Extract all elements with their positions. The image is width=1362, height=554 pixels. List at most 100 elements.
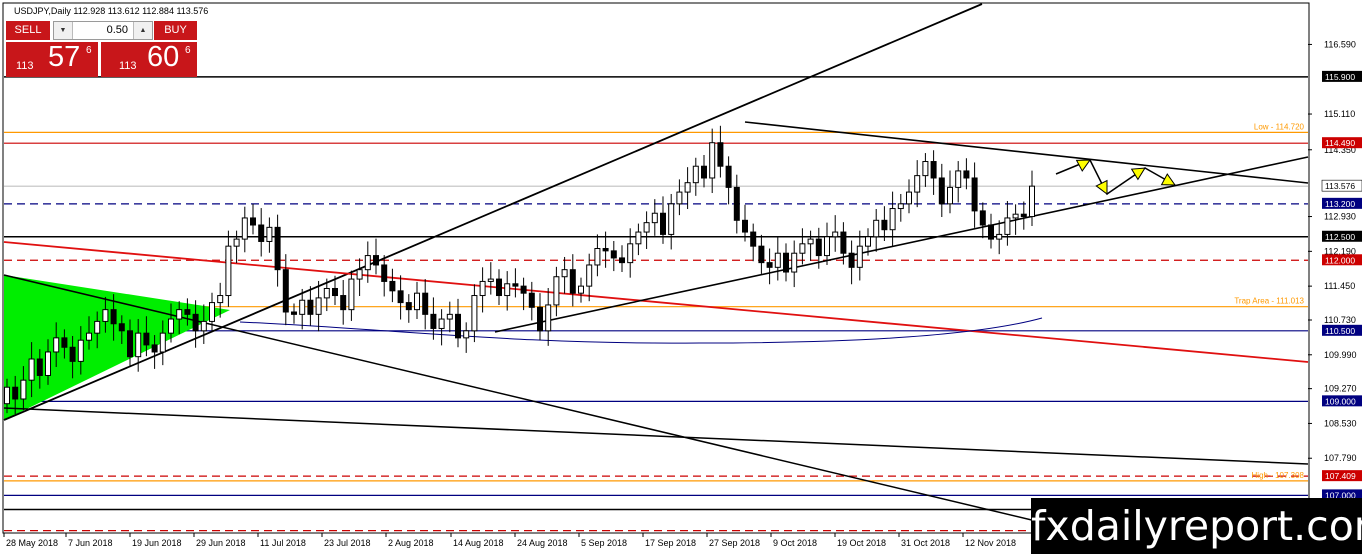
buy-price-box[interactable]: 113 60 6 bbox=[101, 41, 197, 77]
bear-candle bbox=[602, 248, 609, 252]
bull-candle bbox=[1004, 217, 1011, 235]
bear-candle bbox=[127, 330, 133, 358]
bear-candle bbox=[971, 177, 978, 212]
bull-candle bbox=[709, 142, 716, 179]
bull-candle bbox=[323, 287, 330, 299]
price-label: 115.900 bbox=[1325, 72, 1355, 82]
lot-size-value[interactable]: 0.50 bbox=[72, 22, 128, 39]
bull-candle bbox=[209, 302, 215, 322]
bear-candle bbox=[783, 252, 789, 273]
sell-price-pips: 57 bbox=[48, 41, 81, 73]
sell-price-box[interactable]: 113 57 6 bbox=[6, 41, 98, 77]
bull-candle bbox=[865, 236, 871, 247]
bull-candle bbox=[553, 276, 560, 306]
bear-candle bbox=[660, 212, 666, 235]
bear-candle bbox=[332, 287, 338, 297]
x-tick-label: 5 Sep 2018 bbox=[581, 538, 627, 548]
bull-candle bbox=[217, 295, 224, 304]
price-label: 113.576 bbox=[1325, 181, 1355, 191]
x-tick-label: 28 May 2018 bbox=[6, 538, 58, 548]
x-axis: 28 May 2018 7 Jun 2018 19 Jun 2018 29 Jun 2… bbox=[3, 533, 1016, 548]
y-tick-label: 112.930 bbox=[1324, 212, 1356, 222]
bull-candle bbox=[545, 304, 552, 332]
bear-candle bbox=[750, 231, 757, 247]
bull-candle bbox=[594, 248, 601, 266]
bull-candle bbox=[266, 226, 273, 242]
bull-candle bbox=[4, 386, 10, 405]
plot-frame bbox=[2, 2, 1310, 534]
bull-candle bbox=[77, 339, 84, 362]
bear-candle bbox=[151, 344, 158, 353]
bear-candle bbox=[725, 165, 732, 188]
bull-candle bbox=[53, 337, 60, 353]
watermark: fxdailyreport.com bbox=[1031, 498, 1362, 554]
bear-candle bbox=[389, 280, 396, 292]
x-tick-label: 31 Oct 2018 bbox=[901, 538, 950, 548]
bull-candle bbox=[20, 379, 27, 400]
bear-candle bbox=[930, 161, 937, 179]
bear-candle bbox=[1020, 213, 1027, 218]
bear-candle bbox=[12, 386, 19, 400]
bear-candle bbox=[110, 309, 117, 325]
bear-candle bbox=[701, 165, 707, 179]
x-tick-label: 14 Aug 2018 bbox=[453, 538, 504, 548]
price-label: 112.000 bbox=[1325, 255, 1355, 265]
lot-decrease-icon[interactable]: ▼ bbox=[54, 22, 73, 39]
bull-candle bbox=[28, 358, 35, 381]
bear-candle bbox=[742, 219, 748, 233]
bull-candle bbox=[807, 238, 814, 245]
bear-candle bbox=[520, 285, 527, 294]
bear-candle bbox=[430, 313, 437, 329]
bull-candle bbox=[889, 208, 896, 231]
bull-candle bbox=[692, 165, 699, 184]
x-tick-label: 19 Jun 2018 bbox=[132, 538, 182, 548]
bull-candle bbox=[471, 295, 478, 332]
bull-candle bbox=[168, 318, 174, 334]
bear-candle bbox=[307, 299, 314, 315]
x-tick-label: 11 Jul 2018 bbox=[260, 538, 306, 548]
x-tick-label: 29 Jun 2018 bbox=[196, 538, 246, 548]
bear-candle bbox=[979, 210, 986, 226]
y-tick-label: 111.450 bbox=[1324, 281, 1355, 291]
bull-candle bbox=[1029, 185, 1035, 218]
bull-candle bbox=[356, 269, 363, 280]
bear-candle bbox=[274, 226, 281, 271]
x-tick-label: 17 Sep 2018 bbox=[645, 538, 696, 548]
bull-candle bbox=[1012, 213, 1019, 219]
bull-candle bbox=[586, 264, 593, 287]
bull-candle bbox=[438, 318, 445, 329]
bull-candle bbox=[676, 191, 683, 205]
bull-candle bbox=[159, 332, 166, 353]
bear-candle bbox=[381, 264, 388, 282]
bear-candle bbox=[569, 269, 576, 294]
bull-candle bbox=[873, 219, 880, 238]
bull-candle bbox=[348, 278, 355, 311]
bull-candle bbox=[446, 313, 453, 320]
x-tick-label: 7 Jun 2018 bbox=[68, 538, 113, 548]
lot-increase-icon[interactable]: ▲ bbox=[133, 22, 152, 39]
bull-candle bbox=[668, 203, 675, 235]
lot-size-input[interactable]: ▼ 0.50 ▲ bbox=[53, 21, 153, 40]
bull-candle bbox=[200, 320, 207, 332]
bear-candle bbox=[422, 292, 429, 315]
sell-button[interactable]: SELL bbox=[6, 21, 50, 40]
price-label: 107.409 bbox=[1325, 471, 1356, 481]
bull-candle bbox=[684, 182, 691, 193]
bull-candle bbox=[774, 252, 781, 268]
bull-candle bbox=[94, 320, 101, 334]
y-tick-label: 110.730 bbox=[1324, 315, 1356, 325]
bull-candle bbox=[947, 186, 953, 205]
usdjpy-daily-chart: 116.590115.110114.350112.930112.190111.4… bbox=[2, 2, 1362, 548]
bull-candle bbox=[241, 217, 248, 240]
level-annotation: Low - 114.720 bbox=[1254, 122, 1305, 131]
bull-candle bbox=[791, 252, 798, 273]
bull-candle bbox=[651, 212, 658, 224]
one-click-trading-panel: SELL ▼ 0.50 ▲ BUY 113 57 6 113 60 6 bbox=[6, 21, 197, 77]
bear-candle bbox=[455, 313, 461, 339]
y-tick-label: 109.990 bbox=[1324, 350, 1357, 360]
x-tick-label: 23 Jul 2018 bbox=[324, 538, 371, 548]
buy-button[interactable]: BUY bbox=[154, 21, 197, 40]
bear-candle bbox=[619, 257, 625, 264]
bear-candle bbox=[938, 177, 945, 205]
bull-candle bbox=[824, 236, 830, 257]
